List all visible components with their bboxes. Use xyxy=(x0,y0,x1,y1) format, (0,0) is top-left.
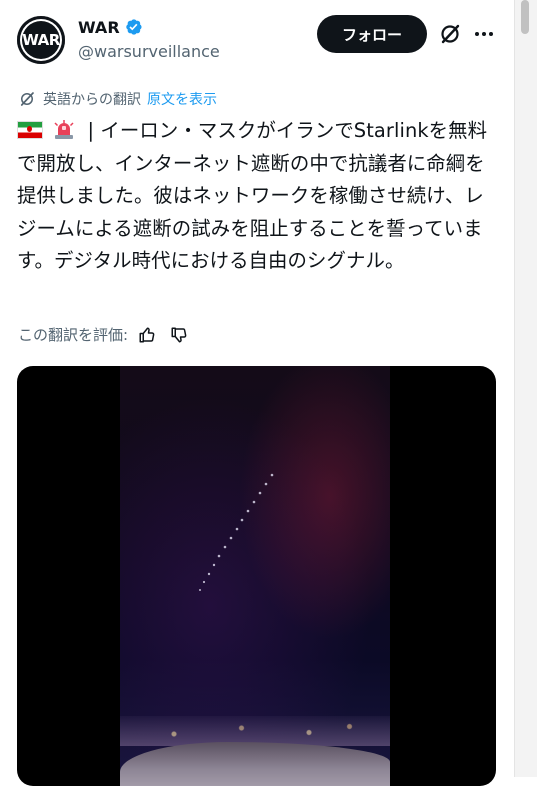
more-options-icon[interactable] xyxy=(470,22,498,46)
verified-badge-icon xyxy=(125,19,142,35)
thumbs-up-icon[interactable] xyxy=(138,326,156,344)
translate-icon xyxy=(20,92,34,106)
iran-flag-icon xyxy=(17,121,43,139)
follow-button[interactable]: フォロー xyxy=(317,15,427,53)
author-name[interactable]: WAR xyxy=(78,18,120,37)
video-frame xyxy=(120,366,390,786)
author-handle[interactable]: @warsurveillance xyxy=(78,42,220,61)
video-player[interactable] xyxy=(17,366,496,786)
more-dot xyxy=(475,32,479,36)
scrollbar-thumb[interactable] xyxy=(521,0,529,34)
more-dot xyxy=(482,32,486,36)
more-dot xyxy=(489,32,493,36)
translation-note: 英語からの翻訳 xyxy=(43,92,141,108)
show-original-link[interactable]: 原文を表示 xyxy=(147,89,217,109)
snowy-foreground xyxy=(120,742,390,786)
author-name-row: WAR xyxy=(78,17,143,37)
author-avatar[interactable]: WAR xyxy=(17,16,65,64)
rate-translation-label: この翻訳を評価: xyxy=(18,326,129,344)
translation-notice: 英語からの翻訳 原文を表示 xyxy=(18,89,217,109)
siren-icon xyxy=(54,120,74,139)
page-scrollbar[interactable] xyxy=(514,0,537,777)
thumbs-down-icon[interactable] xyxy=(170,326,188,344)
tweet-text: | イーロン・マスクがイランでStarlinkを無料で開放し、インターネット遮断… xyxy=(17,115,497,278)
grok-icon[interactable] xyxy=(438,22,462,46)
tweet-body: | イーロン・マスクがイランでStarlinkを無料で開放し、インターネット遮断… xyxy=(17,119,488,273)
rate-translation: この翻訳を評価: xyxy=(18,324,188,345)
